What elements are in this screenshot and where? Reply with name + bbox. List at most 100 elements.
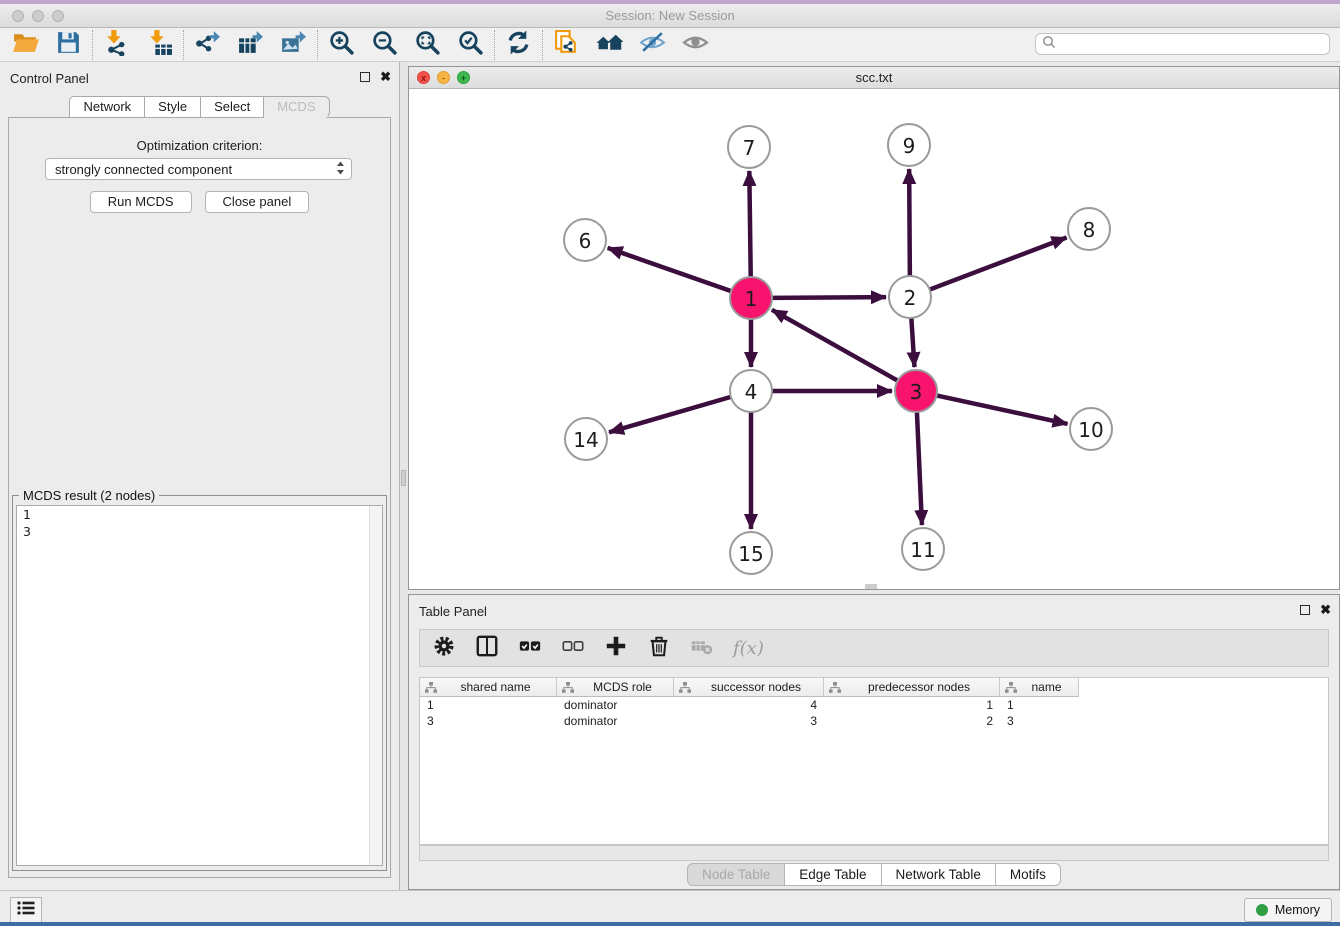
tab-network[interactable]: Network xyxy=(69,96,145,118)
panel-splitter[interactable] xyxy=(400,62,408,890)
graph-node-2[interactable]: 2 xyxy=(889,276,931,318)
mcds-result-node[interactable]: 3 xyxy=(17,523,382,540)
first-neighbors-button[interactable] xyxy=(588,30,631,60)
network-window-titlebar[interactable]: x - + scc.txt xyxy=(409,67,1339,89)
search-input[interactable] xyxy=(1056,35,1329,53)
save-session-button[interactable] xyxy=(47,30,90,60)
run-mcds-button[interactable]: Run MCDS xyxy=(90,191,192,213)
graph-node-11[interactable]: 11 xyxy=(902,528,944,570)
column-header[interactable]: name xyxy=(1000,678,1079,697)
column-header[interactable]: MCDS role xyxy=(557,678,674,697)
table-cell[interactable]: 1 xyxy=(1000,697,1079,713)
close-panel-icon[interactable]: ✖ xyxy=(380,71,391,83)
graph-node-3[interactable]: 3 xyxy=(895,370,937,412)
export-table-button[interactable] xyxy=(229,30,272,60)
zoom-selected-button[interactable] xyxy=(449,30,492,60)
graph-edge-3-1[interactable] xyxy=(772,310,898,381)
show-details-button[interactable] xyxy=(674,30,717,60)
export-image-button[interactable] xyxy=(272,30,315,60)
close-window-button[interactable] xyxy=(12,10,24,22)
graph-edge-2-9[interactable] xyxy=(909,169,910,276)
import-network-button[interactable] xyxy=(95,30,138,60)
table-cell[interactable]: dominator xyxy=(557,697,674,713)
float-panel-icon[interactable] xyxy=(360,72,370,82)
network-minimize-button[interactable]: - xyxy=(437,71,450,84)
graph-edge-3-11[interactable] xyxy=(917,412,922,525)
tab-mcds[interactable]: MCDS xyxy=(264,96,329,118)
table-row[interactable]: 3dominator323 xyxy=(420,713,1328,729)
tab-select[interactable]: Select xyxy=(201,96,264,118)
network-zoom-button[interactable]: + xyxy=(457,71,470,84)
window-traffic-lights[interactable] xyxy=(12,10,64,22)
refresh-button[interactable] xyxy=(497,30,540,60)
graph-node-8[interactable]: 8 xyxy=(1068,208,1110,250)
graph-node-9[interactable]: 9 xyxy=(888,124,930,166)
graph-node-10[interactable]: 10 xyxy=(1070,408,1112,450)
table-cell[interactable]: 1 xyxy=(420,697,557,713)
graph-node-15[interactable]: 15 xyxy=(730,532,772,574)
clone-network-button[interactable] xyxy=(545,30,588,60)
graph-node-7[interactable]: 7 xyxy=(728,126,770,168)
svg-text:4: 4 xyxy=(745,380,758,404)
tab-edge-table[interactable]: Edge Table xyxy=(785,863,881,886)
add-column-icon[interactable] xyxy=(604,634,628,663)
result-scrollbar[interactable] xyxy=(369,506,382,865)
save-floppy-icon xyxy=(55,29,82,61)
export-network-button[interactable] xyxy=(186,30,229,60)
graph-edge-2-8[interactable] xyxy=(930,238,1067,290)
graph-edge-1-7[interactable] xyxy=(749,171,750,277)
graph-edge-1-2[interactable] xyxy=(772,297,886,298)
table-cell[interactable]: 3 xyxy=(1000,713,1079,729)
tab-network-table[interactable]: Network Table xyxy=(882,863,996,886)
table-cell[interactable]: 1 xyxy=(824,697,1000,713)
zoom-window-button[interactable] xyxy=(52,10,64,22)
show-column-panel-icon[interactable] xyxy=(475,634,499,663)
close-table-panel-icon[interactable]: ✖ xyxy=(1320,604,1331,616)
column-header[interactable]: shared name xyxy=(420,678,557,697)
minimize-window-button[interactable] xyxy=(32,10,44,22)
table-cell[interactable]: dominator xyxy=(557,713,674,729)
graph-node-1[interactable]: 1 xyxy=(730,277,772,319)
table-cell[interactable]: 3 xyxy=(674,713,824,729)
open-session-button[interactable] xyxy=(4,30,47,60)
criterion-dropdown[interactable]: strongly connected component xyxy=(45,158,352,180)
mcds-result-list[interactable]: 13 xyxy=(16,505,383,866)
graph-edge-2-3[interactable] xyxy=(911,318,914,367)
table-cell[interactable]: 3 xyxy=(420,713,557,729)
zoom-fit-button[interactable] xyxy=(406,30,449,60)
tab-style[interactable]: Style xyxy=(145,96,201,118)
task-history-button[interactable] xyxy=(10,897,42,923)
tab-node-table[interactable]: Node Table xyxy=(687,863,785,886)
graph-edge-4-14[interactable] xyxy=(609,397,731,432)
table-row[interactable]: 1dominator411 xyxy=(420,697,1328,713)
mcds-result-node[interactable]: 1 xyxy=(17,506,382,523)
float-table-panel-icon[interactable] xyxy=(1300,605,1310,615)
table-cell[interactable]: 2 xyxy=(824,713,1000,729)
table-cell[interactable]: 4 xyxy=(674,697,824,713)
network-canvas[interactable]: 7 9 6 8 1 2 4 3 14 10 15 11 xyxy=(409,89,1339,589)
graph-edge-3-10[interactable] xyxy=(937,395,1068,423)
close-panel-button[interactable]: Close panel xyxy=(205,191,310,213)
deselect-all-columns-icon[interactable] xyxy=(561,634,585,663)
select-all-columns-icon[interactable] xyxy=(518,634,542,663)
graph-node-6[interactable]: 6 xyxy=(564,219,606,261)
memory-button[interactable]: Memory xyxy=(1244,898,1332,922)
column-header[interactable]: predecessor nodes xyxy=(824,678,1000,697)
graph-node-14[interactable]: 14 xyxy=(565,418,607,460)
graph-edge-1-6[interactable] xyxy=(608,248,732,291)
column-header[interactable]: successor nodes xyxy=(674,678,824,697)
search-field[interactable] xyxy=(1035,33,1330,55)
splitter-handle[interactable] xyxy=(401,470,406,486)
settings-gear-icon[interactable] xyxy=(432,634,456,663)
zoom-in-button[interactable] xyxy=(320,30,363,60)
graph-node-4[interactable]: 4 xyxy=(730,370,772,412)
delete-column-icon[interactable] xyxy=(647,634,671,663)
import-table-button[interactable] xyxy=(138,30,181,60)
zoom-out-button[interactable] xyxy=(363,30,406,60)
table-hscrollbar[interactable] xyxy=(419,845,1329,861)
tab-motifs[interactable]: Motifs xyxy=(996,863,1061,886)
hide-details-button[interactable] xyxy=(631,30,674,60)
node-table[interactable]: shared nameMCDS rolesuccessor nodesprede… xyxy=(419,677,1329,845)
network-close-button[interactable]: x xyxy=(417,71,430,84)
window-resize-handle[interactable] xyxy=(865,584,877,589)
